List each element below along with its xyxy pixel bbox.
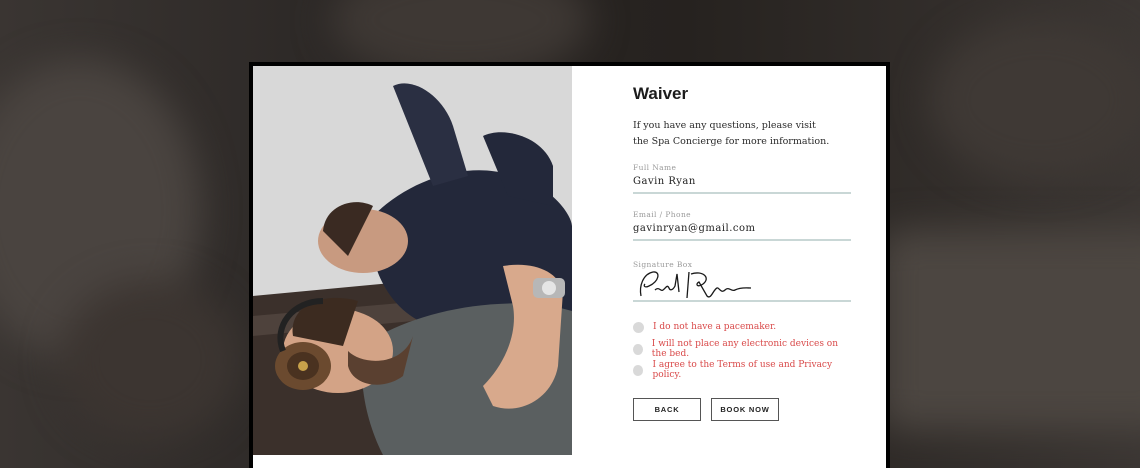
checkbox-terms-label: I agree to the Terms of use and Privacy … — [652, 360, 833, 380]
signature-box[interactable] — [633, 266, 851, 302]
checkbox-pacemaker-label: I do not have a pacemaker. — [653, 322, 777, 332]
email-phone-field[interactable]: gavinryan@gmail.com — [633, 223, 851, 239]
spa-clients-photo — [253, 66, 572, 455]
waiver-title: Waiver — [633, 84, 689, 103]
checkbox-pacemaker[interactable]: I do not have a pacemaker. — [633, 320, 776, 334]
radio-circle-icon — [633, 343, 643, 355]
back-button[interactable]: BACK — [633, 398, 701, 421]
email-phone-underline — [633, 239, 851, 241]
full-name-label: Full Name — [633, 163, 677, 172]
photo-illustration — [253, 66, 572, 455]
email-phone-label: Email / Phone — [633, 210, 692, 219]
full-name-underline — [633, 192, 851, 194]
waiver-intro-text: If you have any questions, please visit … — [633, 120, 830, 147]
checkbox-electronic-devices-label: I will not place any electronic devices … — [651, 339, 839, 359]
signature-drawing-icon — [633, 271, 851, 302]
waiver-modal-content: Waiver If you have any questions, please… — [253, 66, 886, 468]
full-name-field[interactable]: Gavin Ryan — [633, 176, 851, 192]
waiver-modal: Waiver If you have any questions, please… — [249, 62, 890, 468]
checkbox-terms[interactable]: I agree to the Terms of use and Privacy … — [633, 360, 853, 380]
radio-circle-icon — [633, 364, 644, 376]
radio-circle-icon — [633, 321, 644, 333]
checkbox-electronic-devices[interactable]: I will not place any electronic devices … — [633, 339, 853, 359]
book-now-button[interactable]: BOOK NOW — [711, 398, 779, 421]
